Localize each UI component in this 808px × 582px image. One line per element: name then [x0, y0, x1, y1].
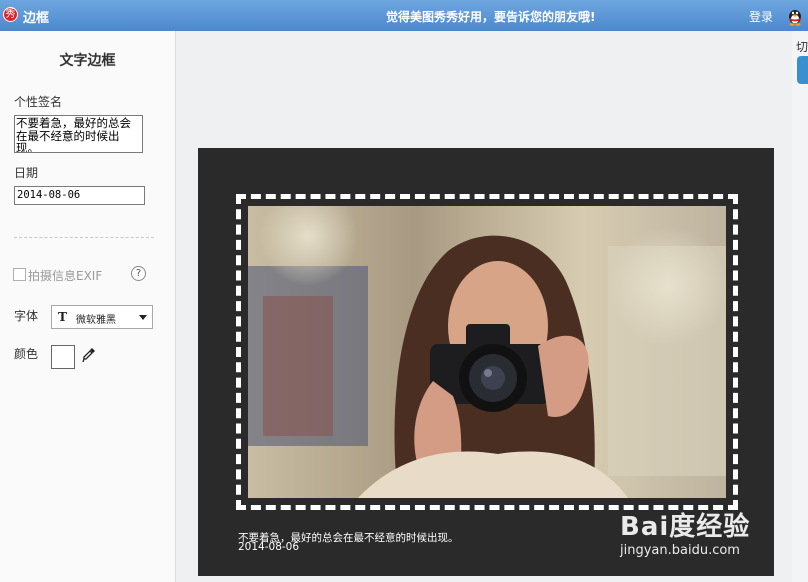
chevron-down-icon: [139, 315, 147, 320]
qq-penguin-icon[interactable]: [786, 6, 804, 26]
watermark-url: jingyan.baidu.com: [620, 543, 740, 558]
font-type-icon: T: [58, 310, 67, 324]
text-frame-panel: 文字边框 个性签名 不要着急，最好的总会在最不经意的时候出现。 日期 2014-…: [0, 31, 176, 582]
exif-checkbox[interactable]: [13, 268, 26, 281]
caption-date: 2014-08-06: [238, 541, 300, 553]
photo-image[interactable]: [248, 206, 726, 498]
divider: [14, 237, 154, 238]
exif-label: 拍摄信息EXIF: [28, 269, 103, 283]
color-label: 颜色: [14, 347, 39, 361]
signature-label: 个性签名: [14, 95, 63, 109]
date-input[interactable]: 2014-08-06: [14, 186, 145, 205]
photo-illustration: [248, 206, 726, 498]
panel-title: 文字边框: [59, 53, 116, 69]
watermark-brand: Bai度经验: [620, 512, 751, 542]
help-icon[interactable]: ?: [131, 266, 146, 281]
right-tab-button[interactable]: [797, 56, 808, 84]
eyedropper-icon[interactable]: [82, 347, 96, 363]
font-label: 字体: [14, 309, 39, 323]
font-select[interactable]: T 微软雅黑: [51, 305, 153, 329]
title-bar: 秀 边框 觉得美图秀秀好用，要告诉您的朋友哦! 登录: [0, 0, 808, 32]
login-link[interactable]: 登录: [749, 8, 773, 25]
right-tab-label[interactable]: 切: [796, 38, 808, 55]
dashed-photo-border: [236, 194, 738, 510]
slogan-text: 觉得美图秀秀好用，要告诉您的朋友哦!: [386, 10, 596, 24]
date-label: 日期: [14, 166, 39, 180]
window-title: 边框: [23, 11, 50, 26]
color-swatch[interactable]: [51, 345, 75, 369]
font-select-value: 微软雅黑: [76, 315, 116, 326]
signature-textarea[interactable]: 不要着急，最好的总会在最不经意的时候出现。: [14, 115, 143, 153]
app-logo-icon: 秀: [3, 7, 18, 22]
right-sidebar: 切: [792, 31, 808, 582]
workspace: 不要着急，最好的总会在最不经意的时候出现。 2014-08-06: [176, 31, 792, 582]
